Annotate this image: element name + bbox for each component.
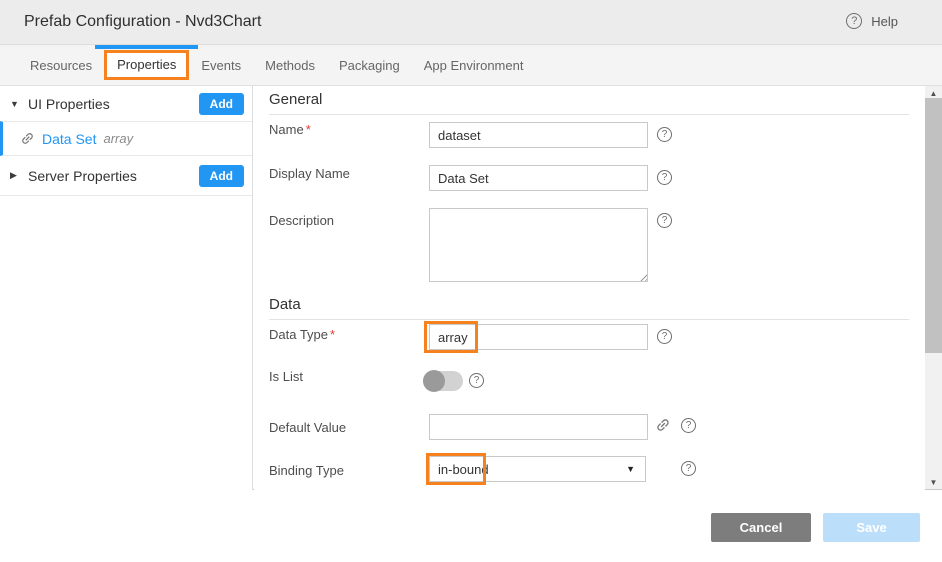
name-label: Name* [269, 122, 311, 137]
chevron-down-icon: ▼ [626, 464, 635, 474]
data-type-help-icon[interactable]: ? [657, 329, 672, 344]
save-button[interactable]: Save [823, 513, 920, 542]
binding-link-icon [17, 128, 38, 149]
caret-down-icon[interactable]: ▼ [10, 99, 26, 109]
data-type-required-marker: * [330, 327, 335, 342]
vertical-scrollbar[interactable]: ▲ ▼ [925, 86, 942, 489]
scrollbar-thumb[interactable] [925, 98, 942, 353]
dataset-item-label: Data Set [42, 131, 96, 147]
tab-packaging[interactable]: Packaging [327, 45, 412, 86]
help-label[interactable]: Help [871, 14, 898, 29]
binding-type-select[interactable]: in-bound ▼ [429, 456, 646, 482]
general-section-heading: General [269, 91, 909, 115]
dialog-header: Prefab Configuration - Nvd3Chart ? Help [0, 0, 942, 45]
server-properties-group[interactable]: ▶ Server Properties Add [0, 156, 252, 196]
tab-resources[interactable]: Resources [18, 45, 104, 86]
dataset-item-type: array [103, 131, 133, 146]
binding-type-help-icon[interactable]: ? [681, 461, 696, 476]
description-textarea[interactable] [429, 208, 648, 282]
is-list-toggle[interactable] [423, 371, 463, 391]
active-tab-indicator [95, 45, 198, 49]
data-type-input[interactable] [429, 324, 648, 350]
caret-right-icon[interactable]: ▶ [10, 170, 26, 181]
default-value-bind-icon[interactable] [652, 414, 675, 437]
help-link[interactable]: ? Help [846, 13, 898, 29]
name-help-icon[interactable]: ? [657, 127, 672, 142]
properties-sidebar: ▼ UI Properties Add Data Set array ▶ Ser… [0, 86, 253, 490]
scroll-down-icon[interactable]: ▼ [925, 476, 942, 488]
sidebar-item-dataset[interactable]: Data Set array [0, 121, 252, 156]
dialog-body: ▼ UI Properties Add Data Set array ▶ Ser… [0, 86, 942, 490]
dialog-title: Prefab Configuration - Nvd3Chart [24, 13, 261, 31]
tab-properties[interactable]: Properties [104, 50, 189, 80]
display-name-input[interactable] [429, 165, 648, 191]
ui-properties-add-button[interactable]: Add [199, 93, 244, 115]
ui-properties-label: UI Properties [28, 96, 199, 112]
binding-type-label: Binding Type [269, 463, 344, 478]
is-list-toggle-knob [423, 370, 445, 392]
server-properties-label: Server Properties [28, 168, 199, 184]
help-icon[interactable]: ? [846, 13, 862, 29]
prefab-configuration-dialog: Prefab Configuration - Nvd3Chart ? Help … [0, 0, 942, 562]
name-input[interactable] [429, 122, 648, 148]
data-section-heading: Data [269, 296, 909, 320]
name-label-text: Name [269, 122, 304, 137]
server-properties-add-button[interactable]: Add [199, 165, 244, 187]
default-value-help-icon[interactable]: ? [681, 418, 696, 433]
description-label: Description [269, 213, 334, 228]
binding-type-selected-value: in-bound [438, 462, 626, 477]
default-value-input[interactable] [429, 414, 648, 440]
cancel-button[interactable]: Cancel [711, 513, 811, 542]
tab-bar: Resources Properties Events Methods Pack… [0, 45, 942, 86]
description-help-icon[interactable]: ? [657, 213, 672, 228]
default-value-label: Default Value [269, 420, 346, 435]
tab-properties-label: Properties [117, 57, 176, 72]
display-name-help-icon[interactable]: ? [657, 170, 672, 185]
dialog-footer: Cancel Save [0, 491, 942, 562]
ui-properties-group[interactable]: ▼ UI Properties Add [0, 86, 252, 121]
is-list-label: Is List [269, 369, 303, 384]
is-list-help-icon[interactable]: ? [469, 373, 484, 388]
property-form: General Name* ? Display Name ? Descripti… [254, 86, 925, 490]
tab-methods[interactable]: Methods [253, 45, 327, 86]
tab-events[interactable]: Events [189, 45, 253, 86]
name-required-marker: * [306, 122, 311, 137]
display-name-label: Display Name [269, 166, 350, 181]
data-type-label: Data Type* [269, 327, 335, 342]
data-type-label-text: Data Type [269, 327, 328, 342]
tab-app-environment[interactable]: App Environment [412, 45, 536, 86]
